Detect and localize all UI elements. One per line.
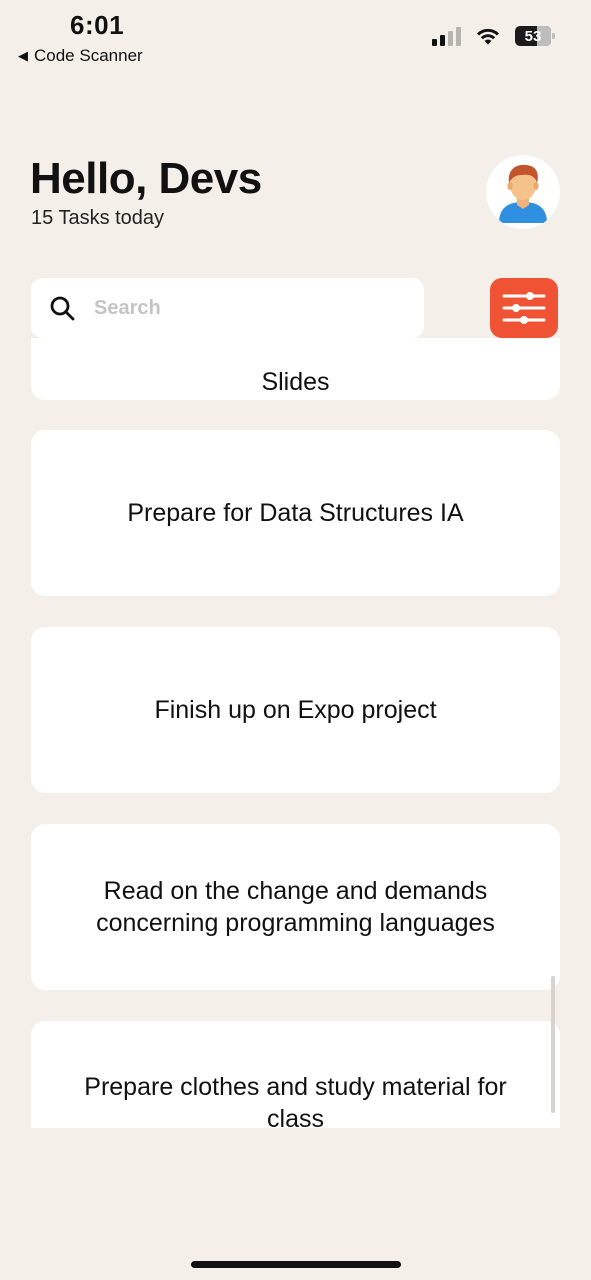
search-icon: [48, 294, 76, 322]
home-indicator[interactable]: [191, 1261, 401, 1268]
back-triangle-icon: ◀: [18, 48, 28, 63]
task-title: Read on the change and demands concernin…: [96, 877, 495, 937]
search-input[interactable]: [92, 295, 396, 321]
task-card[interactable]: Finish up on Expo project: [31, 627, 560, 793]
battery-level: 53: [524, 27, 542, 45]
wifi-icon: [477, 28, 499, 45]
sliders-icon: [502, 292, 546, 324]
task-title: Slides: [261, 368, 330, 396]
status-icons: 53: [432, 26, 555, 46]
scrollbar[interactable]: [551, 976, 555, 1113]
task-card[interactable]: Prepare for Data Structures IA: [31, 430, 560, 596]
back-to-app-link[interactable]: ◀ Code Scanner: [18, 46, 143, 66]
task-title: Prepare clothes and study material for c…: [84, 1073, 507, 1128]
search-bar[interactable]: [31, 278, 424, 338]
task-count-subtitle: 15 Tasks today: [31, 207, 165, 229]
status-bar: 6:01 ◀ Code Scanner 53: [0, 0, 591, 80]
task-title: Finish up on Expo project: [154, 696, 437, 724]
status-time: 6:01: [70, 10, 125, 40]
filter-button[interactable]: [490, 278, 558, 338]
person-avatar-icon: [499, 164, 547, 223]
task-card[interactable]: Read on the change and demands concernin…: [31, 824, 560, 990]
battery-icon: 53: [515, 26, 555, 46]
task-card[interactable]: Prepare clothes and study material for c…: [31, 1021, 560, 1128]
greeting-title: Hello, Devs: [30, 154, 262, 203]
back-app-label: Code Scanner: [34, 46, 143, 65]
task-card[interactable]: Slides: [31, 338, 560, 400]
profile-avatar[interactable]: [486, 155, 560, 229]
cellular-signal-icon: [432, 26, 461, 46]
task-list[interactable]: Slides Prepare for Data Structures IA Fi…: [0, 338, 591, 1128]
task-title: Prepare for Data Structures IA: [127, 499, 464, 527]
